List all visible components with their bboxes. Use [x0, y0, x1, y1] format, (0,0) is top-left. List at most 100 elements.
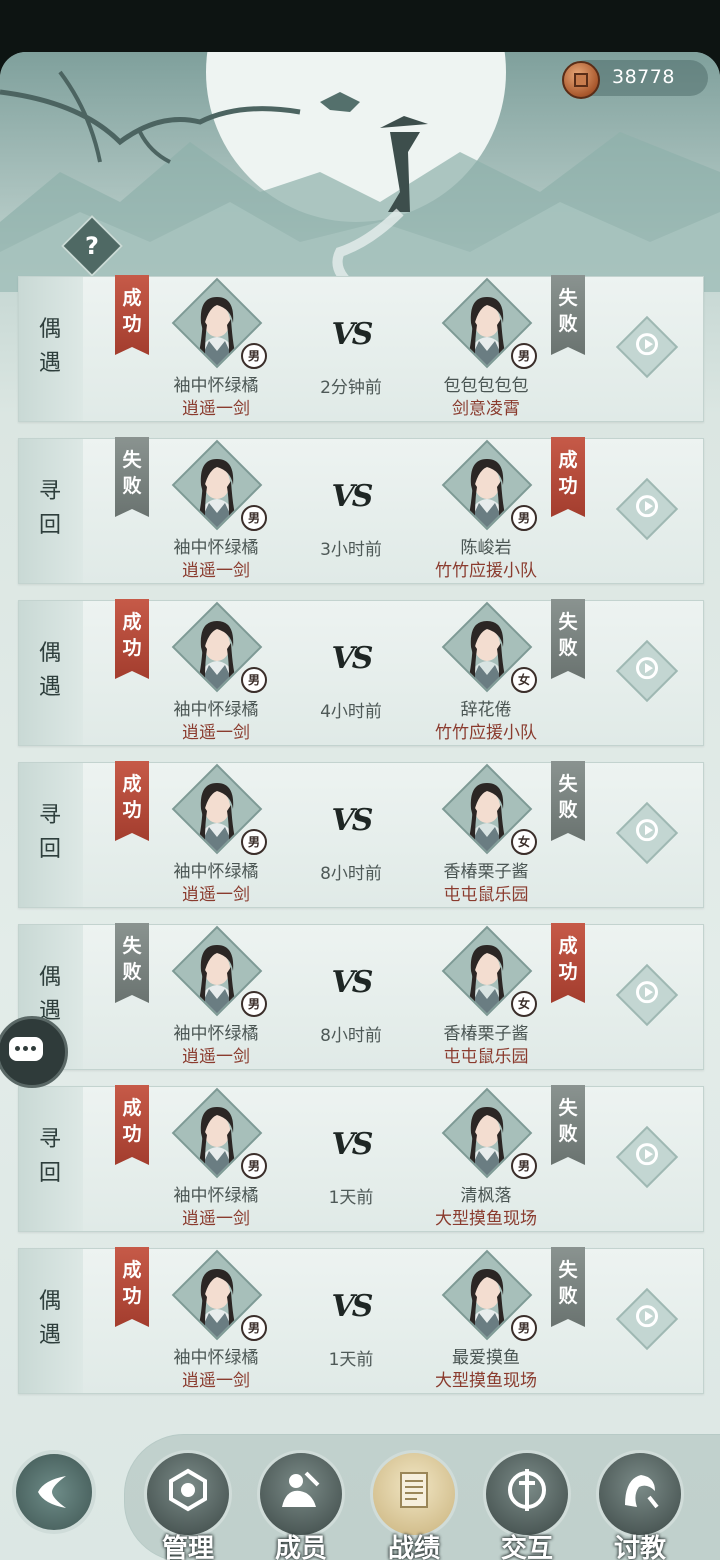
right-player-team: 竹竹应援小队 — [435, 723, 537, 743]
play-icon — [636, 819, 658, 842]
back-arrow-icon — [38, 1476, 66, 1508]
left-gender-badge: 男 — [241, 1153, 267, 1179]
tab-management[interactable] — [144, 1450, 232, 1538]
left-player-team: 逍遥一剑 — [182, 1371, 250, 1391]
interaction-icon — [508, 1469, 546, 1511]
left-gender-badge: 男 — [241, 343, 267, 369]
bottom-tab-bar: 管理 成员 战绩 交互 讨教 — [0, 1420, 720, 1560]
left-gender-badge: 男 — [241, 667, 267, 693]
right-result-tag: 成功 — [551, 923, 585, 1003]
play-icon — [636, 495, 658, 518]
chat-bubble-button[interactable] — [0, 1016, 68, 1088]
play-icon — [636, 1305, 658, 1328]
right-player-team: 屯屯鼠乐园 — [443, 885, 529, 905]
battle-record-card: 偶遇 成功男袖中怀绿橘 逍遥一剑 VS 4小时前女辞花倦 竹竹应援小队 失败 — [18, 599, 704, 746]
right-result-tag: 失败 — [551, 1085, 585, 1165]
currency-display: 38778 — [562, 60, 708, 99]
currency-value: 38778 — [612, 66, 675, 88]
left-result-tag: 失败 — [115, 437, 149, 517]
question-mark-icon: ? — [85, 232, 99, 260]
left-result-tag: 成功 — [115, 275, 149, 355]
right-player-name: 香椿栗子酱 — [443, 1024, 529, 1044]
members-icon — [282, 1471, 320, 1507]
vs-label: VS — [331, 965, 374, 1000]
play-icon — [636, 981, 658, 1004]
mode-strip: 偶遇 — [19, 1249, 83, 1393]
replay-button[interactable] — [615, 315, 679, 379]
tab-label: 管理 — [161, 1534, 214, 1560]
replay-button[interactable] — [615, 801, 679, 865]
management-icon — [169, 1468, 207, 1512]
replay-button[interactable] — [615, 1125, 679, 1189]
vs-label: VS — [331, 1289, 374, 1324]
right-player-team: 屯屯鼠乐园 — [443, 1047, 529, 1067]
right-player-name: 清枫落 — [460, 1186, 512, 1206]
mode-strip: 偶遇 — [19, 601, 83, 745]
vs-label: VS — [331, 317, 374, 352]
left-gender-badge: 男 — [241, 991, 267, 1017]
challenge-icon — [625, 1475, 659, 1509]
tab-label: 讨教 — [613, 1534, 666, 1560]
right-player-team: 竹竹应援小队 — [435, 561, 537, 581]
right-result-tag: 失败 — [551, 1247, 585, 1327]
right-gender-badge: 男 — [511, 343, 537, 369]
replay-button[interactable] — [615, 1287, 679, 1351]
vs-label: VS — [331, 479, 374, 514]
vs-label: VS — [331, 803, 374, 838]
right-player-team: 剑意凌霄 — [452, 399, 520, 419]
mode-label: 寻回 — [38, 803, 61, 862]
replay-button[interactable] — [615, 963, 679, 1027]
right-player-name: 包包包包包 — [443, 376, 529, 396]
left-player-name: 袖中怀绿橘 — [173, 1348, 259, 1368]
left-result-tag: 成功 — [115, 599, 149, 679]
battle-record-card: 偶遇 失败男袖中怀绿橘 逍遥一剑 VS 8小时前女香椿栗子酱 屯屯鼠乐园 成功 — [18, 923, 704, 1070]
right-gender-badge: 女 — [511, 667, 537, 693]
left-result-tag: 成功 — [115, 1247, 149, 1327]
tab-members[interactable] — [257, 1450, 345, 1538]
replay-button[interactable] — [615, 639, 679, 703]
left-result-tag: 失败 — [115, 923, 149, 1003]
right-gender-badge: 女 — [511, 991, 537, 1017]
mode-strip: 寻回 — [19, 1087, 83, 1231]
right-gender-badge: 男 — [511, 1315, 537, 1341]
left-result-tag: 成功 — [115, 1085, 149, 1165]
right-player-name: 最爱摸鱼 — [452, 1348, 520, 1368]
vs-label: VS — [331, 1127, 374, 1162]
mode-strip: 偶遇 — [19, 277, 83, 421]
tab-interaction[interactable] — [483, 1450, 571, 1538]
right-player-name: 辞花倦 — [460, 700, 512, 720]
left-result-tag: 成功 — [115, 761, 149, 841]
left-player-team: 逍遥一剑 — [182, 1209, 250, 1229]
left-player-name: 袖中怀绿橘 — [173, 700, 259, 720]
scroll-record-icon — [400, 1472, 428, 1508]
tab-scroll-record[interactable] — [370, 1450, 458, 1538]
tab-label: 交互 — [500, 1534, 553, 1560]
left-gender-badge: 男 — [241, 829, 267, 855]
left-player-team: 逍遥一剑 — [182, 561, 250, 581]
tab-challenge[interactable] — [596, 1450, 684, 1538]
mode-label: 寻回 — [38, 479, 61, 538]
right-result-tag: 失败 — [551, 761, 585, 841]
battle-record-screen: 38778 ? 偶遇 成功男袖中怀绿橘 逍遥一剑 VS 2分钟前男包包包包包 剑意凌霄 失败… — [0, 52, 720, 1560]
right-result-tag: 成功 — [551, 437, 585, 517]
right-result-tag: 失败 — [551, 599, 585, 679]
left-player-name: 袖中怀绿橘 — [173, 538, 259, 558]
back-button[interactable] — [12, 1450, 96, 1534]
left-player-team: 逍遥一剑 — [182, 885, 250, 905]
play-icon — [636, 657, 658, 680]
mode-strip: 寻回 — [19, 763, 83, 907]
vs-label: VS — [331, 641, 374, 676]
left-player-team: 逍遥一剑 — [182, 723, 250, 743]
replay-button[interactable] — [615, 477, 679, 541]
right-result-tag: 失败 — [551, 275, 585, 355]
right-player-team: 大型摸鱼现场 — [435, 1209, 537, 1229]
battle-record-card: 寻回 成功男袖中怀绿橘 逍遥一剑 VS 1天前男清枫落 大型摸鱼现场 失败 — [18, 1085, 704, 1232]
mode-label: 偶遇 — [38, 317, 61, 376]
left-gender-badge: 男 — [241, 505, 267, 531]
mode-label: 寻回 — [38, 1127, 61, 1186]
tab-label: 成员 — [274, 1534, 327, 1560]
copper-coin-icon — [562, 61, 600, 99]
right-player-name: 香椿栗子酱 — [443, 862, 529, 882]
left-player-name: 袖中怀绿橘 — [173, 1186, 259, 1206]
left-player-team: 逍遥一剑 — [182, 1047, 250, 1067]
